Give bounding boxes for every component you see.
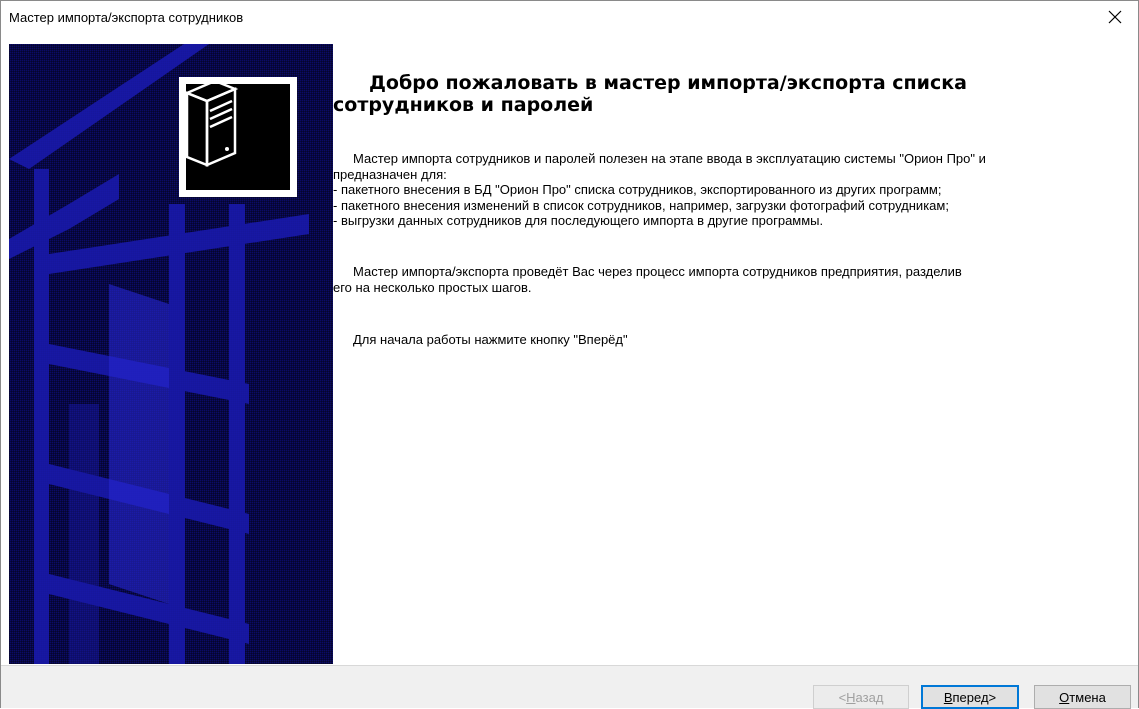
start-instruction: Для начала работы нажмите кнопку "Вперёд… (353, 332, 628, 347)
wizard-icon-frame (179, 77, 297, 197)
title-bar: Мастер импорта/экспорта сотрудников (1, 1, 1138, 33)
window-title: Мастер импорта/экспорта сотрудников (9, 10, 244, 25)
intro-paragraph: Мастер импорта сотрудников и паролей пол… (333, 151, 986, 228)
wizard-side-banner (9, 44, 333, 664)
page-title: Добро пожаловать в мастер импорта/экспор… (333, 72, 967, 116)
wizard-content: Добро пожаловать в мастер импорта/экспор… (333, 44, 1138, 664)
close-button[interactable] (1092, 1, 1138, 33)
button-bar: < Назад Вперед > Отмена (1, 665, 1138, 709)
computer-tower-icon (183, 79, 239, 167)
close-icon (1108, 10, 1122, 24)
cancel-button[interactable]: Отмена (1034, 685, 1131, 709)
next-button[interactable]: Вперед > (921, 685, 1019, 709)
back-button[interactable]: < Назад (813, 685, 909, 709)
wizard-window: Мастер импорта/экспорта сотрудников Добр… (0, 0, 1139, 709)
process-paragraph: Мастер импорта/экспорта проведёт Вас чер… (333, 264, 962, 295)
